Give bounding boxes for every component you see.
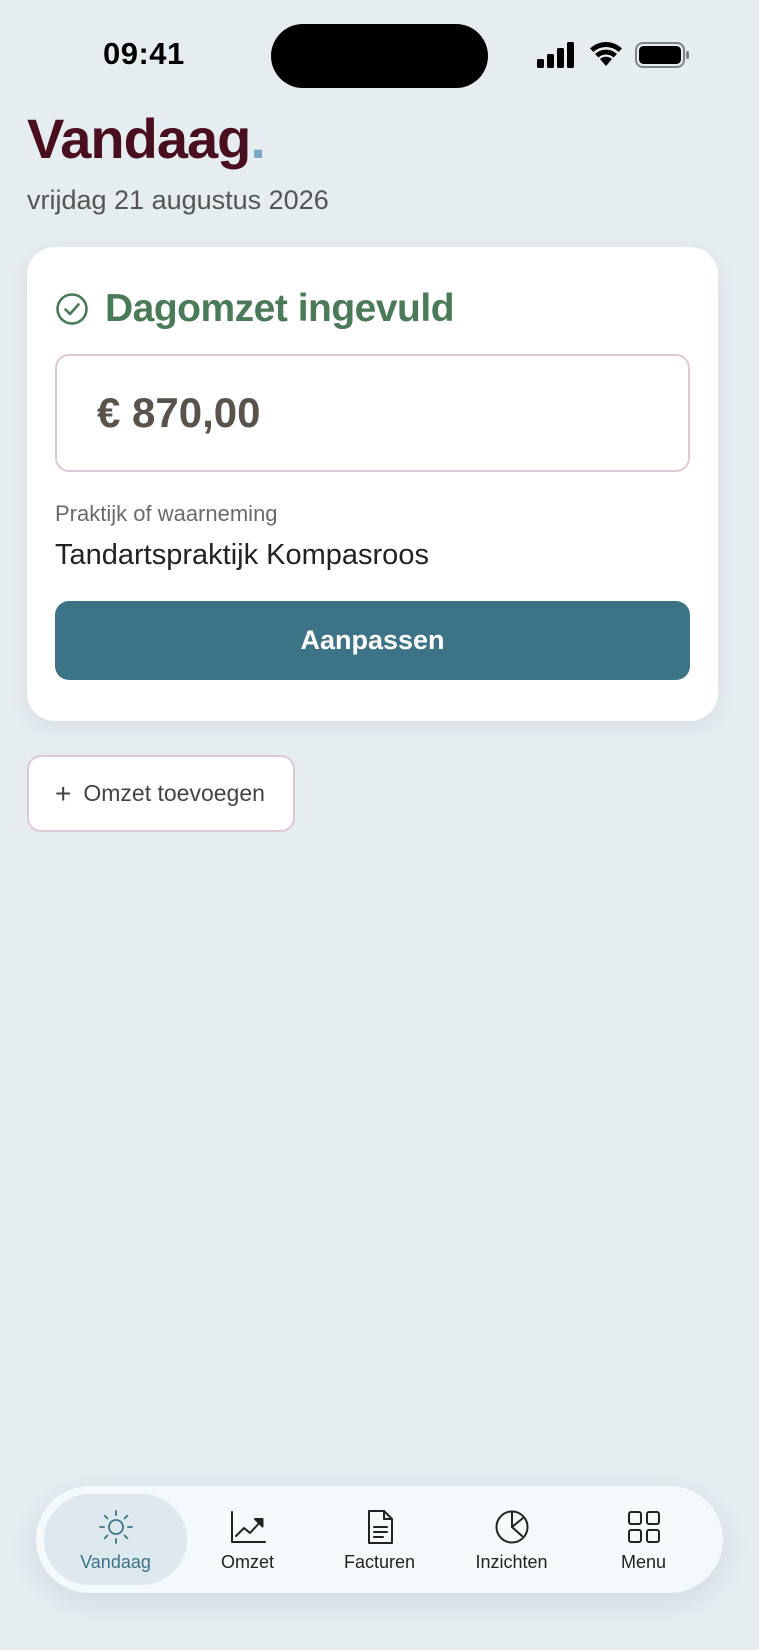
plus-icon: + [55,777,72,809]
tab-label: Vandaag [80,1552,151,1572]
tab-label: Omzet [220,1552,274,1572]
tab-label: Inzichten [475,1552,548,1572]
amount-value: € 870,00 [97,389,261,436]
document-icon [361,1508,399,1546]
page-date: vrijdag 21 augustus 2026 [27,185,329,215]
battery-icon [635,42,690,68]
adjust-button[interactable]: Aanpassen [55,601,690,680]
signal-icon [537,42,577,68]
page-title-text: Vandaag [27,107,251,170]
amount-field[interactable]: € 870,00 [55,354,690,472]
tab-bar: Vandaag Omzet Facturen Inzichten Menu [36,1486,723,1593]
pie-chart-icon [493,1508,531,1546]
daily-revenue-card: Dagomzet ingevuld € 870,00 Praktijk of w… [27,247,718,721]
status-time: 09:41 [103,36,185,71]
status-icons [537,40,690,72]
tab-label: Facturen [343,1552,416,1572]
page-title: Vandaag. [27,106,266,171]
add-revenue-label: Omzet toevoegen [83,780,265,806]
tab-omzet[interactable]: Omzet [176,1494,319,1585]
sun-icon [97,1508,135,1546]
status-bar: 09:41 [0,0,759,110]
grid-icon [625,1508,663,1546]
check-circle-icon [55,292,89,326]
dynamic-island [271,24,488,88]
chart-up-icon [229,1508,267,1546]
wifi-icon [589,40,623,68]
tab-inzichten[interactable]: Inzichten [440,1494,583,1585]
card-header: Dagomzet ingevuld [55,287,455,330]
card-title: Dagomzet ingevuld [105,287,455,330]
tab-label: Menu [620,1552,667,1572]
tab-menu[interactable]: Menu [572,1494,715,1585]
screen: 09:41 Vandaag. vrijdag 21 augustus 2026 … [0,0,759,1650]
practice-value: Tandartspraktijk Kompasroos [55,539,429,571]
tab-facturen[interactable]: Facturen [308,1494,451,1585]
page-title-dot: . [250,107,266,170]
add-revenue-button[interactable]: + Omzet toevoegen [27,755,295,832]
practice-label: Praktijk of waarneming [55,501,278,526]
tab-vandaag[interactable]: Vandaag [44,1494,187,1585]
